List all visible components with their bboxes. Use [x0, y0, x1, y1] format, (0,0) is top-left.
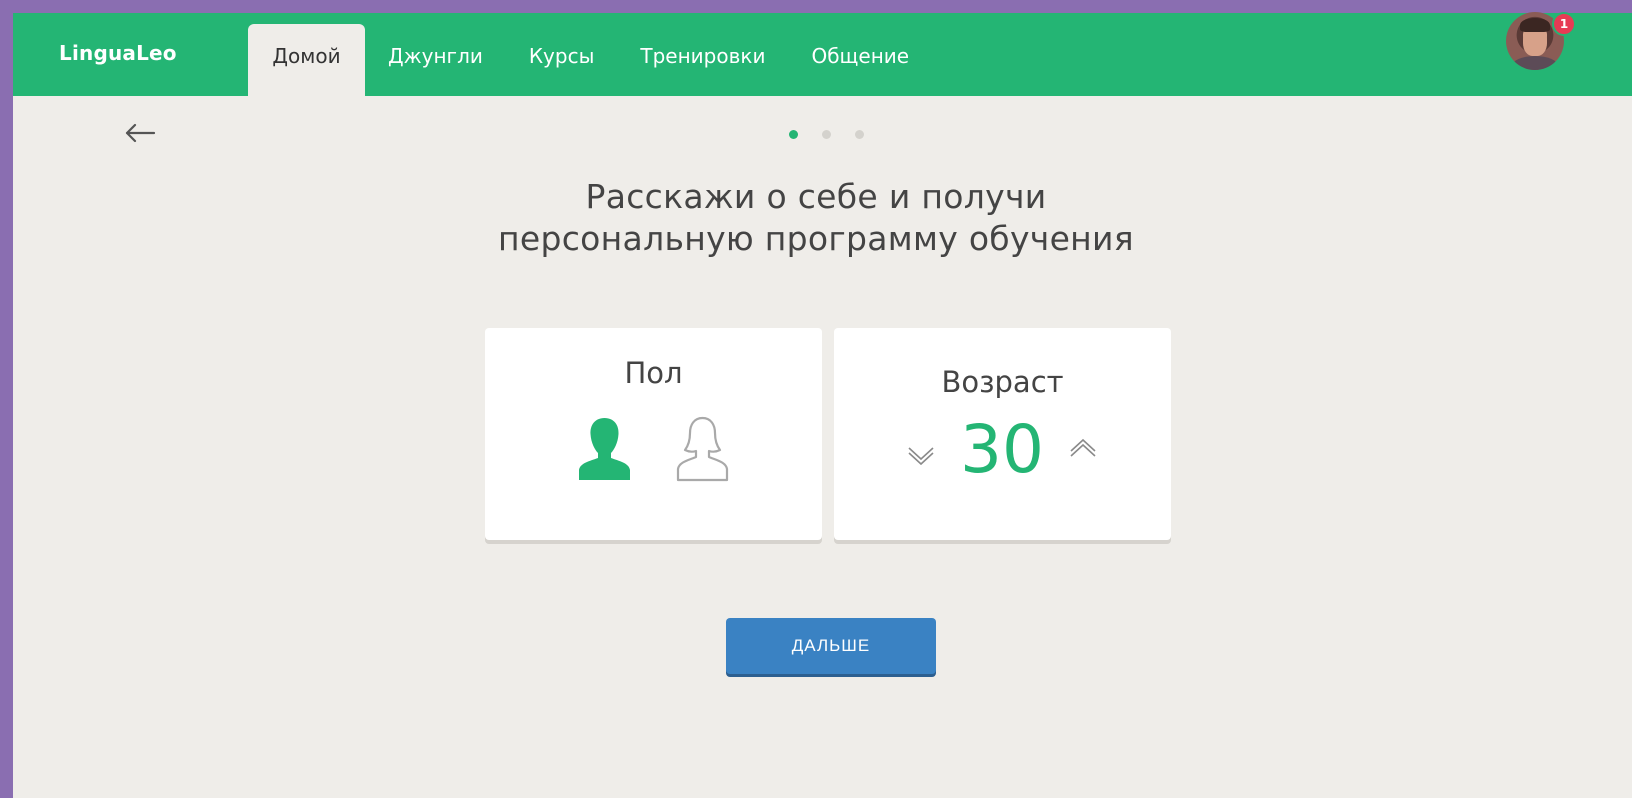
app-window: LinguaLeo Домой Джунгли Курсы Тренировки…: [13, 13, 1632, 798]
gender-card: Пол: [485, 328, 822, 540]
logo[interactable]: LinguaLeo: [59, 41, 177, 65]
page-title: Расскажи о себе и получи персональную пр…: [13, 176, 1632, 260]
step-indicator: [789, 130, 864, 139]
tab-trainings[interactable]: Тренировки: [617, 24, 788, 96]
gender-title: Пол: [624, 356, 683, 390]
page-title-line-1: Расскажи о себе и получи: [585, 177, 1047, 216]
tab-home[interactable]: Домой: [248, 24, 365, 96]
top-navbar: LinguaLeo Домой Джунгли Курсы Тренировки…: [13, 13, 1632, 96]
step-dot-1: [789, 130, 798, 139]
tab-jungle[interactable]: Джунгли: [365, 24, 506, 96]
age-value: 30: [960, 411, 1044, 488]
female-icon[interactable]: [674, 416, 731, 482]
tab-courses[interactable]: Курсы: [506, 24, 618, 96]
main-tabs: Домой Джунгли Курсы Тренировки Общение: [248, 24, 932, 96]
avatar-hair: [1520, 18, 1550, 32]
next-button[interactable]: ДАЛЬШЕ: [726, 618, 936, 674]
step-dot-2: [822, 130, 831, 139]
step-dot-3: [855, 130, 864, 139]
male-icon[interactable]: [576, 416, 633, 482]
page-title-line-2: персональную программу обучения: [498, 219, 1134, 258]
age-card: Возраст 30: [834, 328, 1171, 540]
tab-community[interactable]: Общение: [788, 24, 932, 96]
age-decrease-chevron-down-icon[interactable]: [906, 444, 936, 466]
age-increase-chevron-up-icon[interactable]: [1068, 438, 1098, 460]
avatar-shirt: [1512, 56, 1558, 70]
notification-badge[interactable]: 1: [1552, 12, 1576, 36]
age-title: Возраст: [941, 365, 1064, 399]
back-arrow-icon[interactable]: [124, 121, 156, 145]
